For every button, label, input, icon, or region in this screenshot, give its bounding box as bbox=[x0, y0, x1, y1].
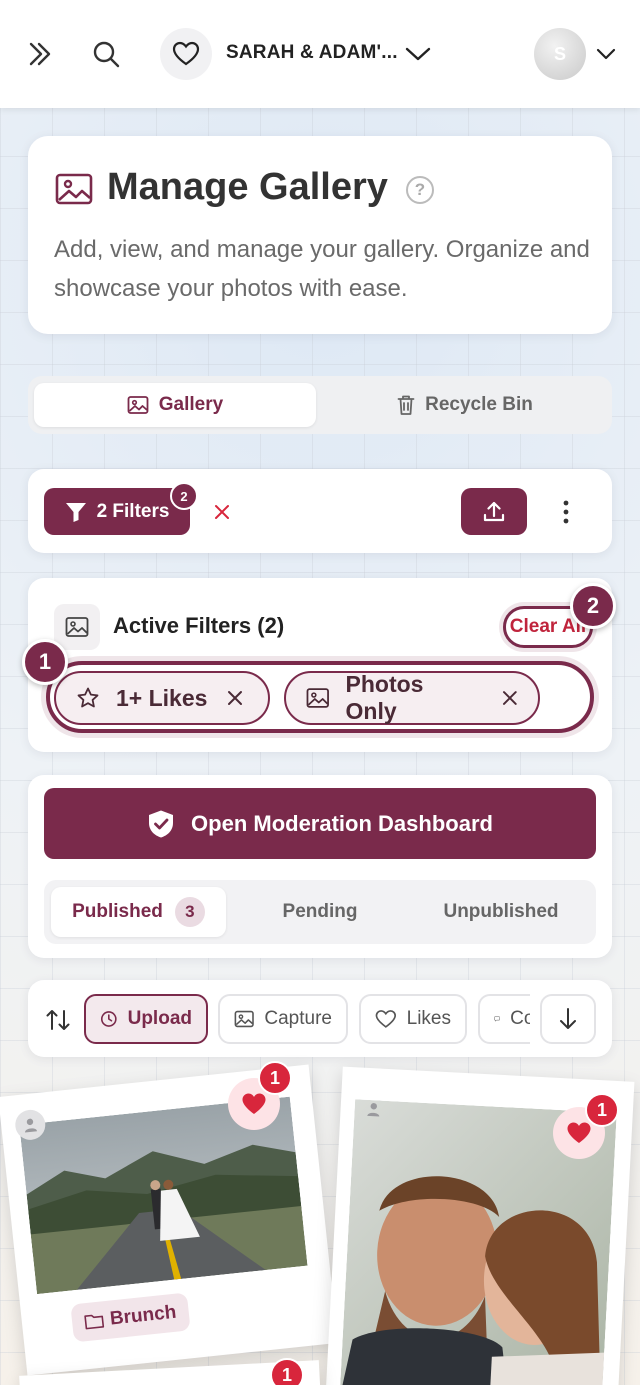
like-count-badge: 1 bbox=[270, 1358, 304, 1385]
avatar[interactable]: S bbox=[534, 28, 586, 80]
comment-icon bbox=[494, 1016, 500, 1022]
star-icon bbox=[77, 687, 99, 708]
sort-upload-label: Upload bbox=[127, 1008, 192, 1029]
image-icon bbox=[127, 396, 149, 414]
tab-gallery[interactable]: Gallery bbox=[34, 383, 316, 427]
trash-icon bbox=[397, 395, 415, 415]
event-heart-icon bbox=[160, 28, 212, 80]
filter-chip-photos-only[interactable]: Photos Only bbox=[284, 671, 540, 725]
sort-upload[interactable]: Upload bbox=[84, 994, 208, 1044]
tab-gallery-label: Gallery bbox=[158, 394, 224, 415]
shield-check-icon bbox=[149, 810, 174, 837]
sort-comments-label: Comments bbox=[510, 1008, 530, 1029]
filter-chip-likes-label: 1+ Likes bbox=[116, 684, 208, 711]
account-chevron-down-icon[interactable] bbox=[586, 34, 626, 74]
sort-comments[interactable]: Comments bbox=[478, 994, 530, 1044]
tab-unpublished[interactable]: Unpublished bbox=[410, 887, 592, 937]
event-dropdown-chevron-icon[interactable] bbox=[398, 34, 438, 74]
filters-count-badge: 2 bbox=[170, 482, 198, 510]
sort-capture[interactable]: Capture bbox=[218, 994, 348, 1044]
tab-recycle-bin[interactable]: Recycle Bin bbox=[324, 383, 606, 427]
sort-order-icon[interactable] bbox=[40, 1004, 76, 1036]
tab-recycle-bin-label: Recycle Bin bbox=[425, 394, 533, 415]
moderation-button-label: Open Moderation Dashboard bbox=[191, 810, 493, 836]
image-icon bbox=[306, 688, 329, 708]
step-badge-2: 2 bbox=[570, 583, 616, 629]
filters-button[interactable]: 2 Filters bbox=[44, 488, 190, 535]
arrow-down-icon bbox=[560, 1008, 576, 1029]
tab-pending[interactable]: Pending bbox=[230, 887, 410, 937]
published-count-badge: 3 bbox=[174, 897, 205, 927]
like-count-badge: 1 bbox=[585, 1093, 619, 1127]
active-filters-image-icon bbox=[54, 604, 100, 650]
filter-chip-photos-label: Photos Only bbox=[345, 671, 424, 724]
filter-chip-likes[interactable]: 1+ Likes bbox=[54, 671, 270, 725]
event-title[interactable]: SARAH & ADAM'... bbox=[226, 42, 398, 64]
heart-icon bbox=[375, 1010, 397, 1028]
photo-card[interactable]: Brunch bbox=[0, 1064, 338, 1376]
sort-likes-label: Likes bbox=[406, 1008, 451, 1029]
open-moderation-dashboard-button[interactable]: Open Moderation Dashboard bbox=[44, 788, 596, 859]
expand-sidebar-icon[interactable] bbox=[20, 34, 60, 74]
filters-button-label: 2 Filters bbox=[96, 500, 170, 522]
clear-filters-close-icon[interactable] bbox=[208, 498, 236, 526]
like-count-badge: 1 bbox=[258, 1061, 292, 1095]
help-icon[interactable]: ? bbox=[406, 176, 434, 204]
sort-direction-button[interactable] bbox=[540, 994, 596, 1044]
tab-published[interactable]: Published 3 bbox=[51, 887, 226, 937]
sort-capture-label: Capture bbox=[264, 1008, 332, 1029]
sort-options: Upload Capture Likes Comments bbox=[84, 994, 530, 1044]
upload-icon bbox=[483, 501, 505, 521]
folder-icon bbox=[84, 1314, 105, 1330]
image-icon bbox=[234, 1010, 254, 1028]
clock-icon bbox=[100, 1011, 117, 1027]
more-options-icon[interactable] bbox=[546, 490, 586, 534]
tab-published-label: Published bbox=[72, 901, 163, 922]
funnel-icon bbox=[65, 502, 86, 522]
remove-filter-close-icon[interactable] bbox=[502, 690, 518, 706]
gallery-icon bbox=[55, 172, 93, 206]
active-filters-title: Active Filters (2) bbox=[113, 613, 285, 638]
sort-likes[interactable]: Likes bbox=[359, 994, 467, 1044]
step-badge-1: 1 bbox=[22, 639, 68, 685]
remove-filter-close-icon[interactable] bbox=[227, 690, 243, 706]
upload-button[interactable] bbox=[461, 488, 527, 535]
search-icon[interactable] bbox=[86, 34, 126, 74]
album-tag-label: Brunch bbox=[108, 1301, 178, 1330]
page-description: Add, view, and manage your gallery. Orga… bbox=[54, 236, 590, 302]
page-title: Manage Gallery bbox=[107, 166, 388, 208]
album-tag-chip[interactable]: Brunch bbox=[70, 1292, 191, 1343]
